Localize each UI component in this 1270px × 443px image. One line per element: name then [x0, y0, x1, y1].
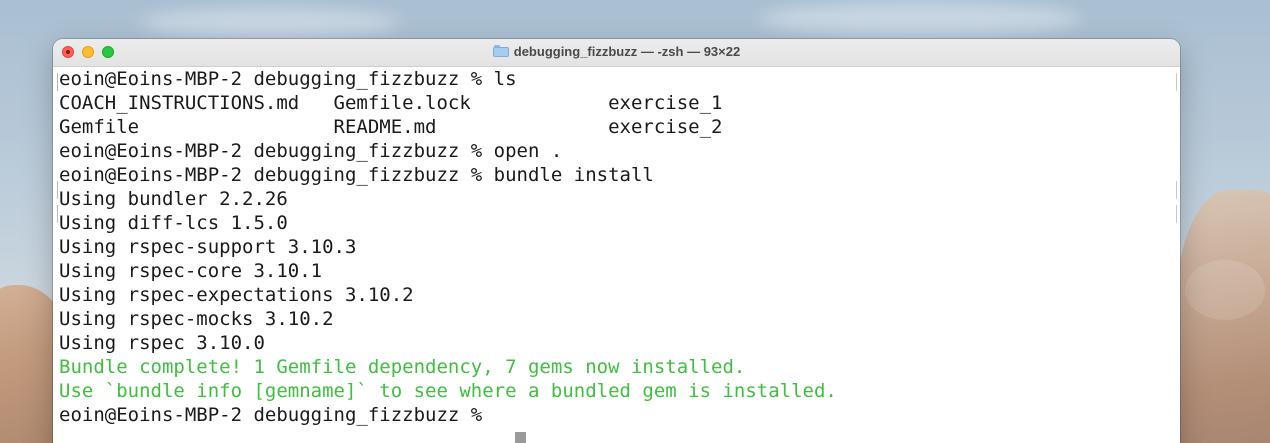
terminal-line-output: Using rspec-expectations 3.10.2	[59, 284, 414, 306]
window-title-text: debugging_fizzbuzz — -zsh — 93×22	[513, 44, 741, 59]
title-bar[interactable]: debugging_fizzbuzz — -zsh — 93×22	[53, 39, 1180, 67]
folder-icon	[492, 45, 509, 57]
terminal-line-success: Bundle complete! 1 Gemfile dependency, 7…	[59, 356, 746, 378]
rock-right	[1175, 190, 1270, 443]
terminal-line-output: Using rspec-mocks 3.10.2	[59, 308, 334, 330]
terminal-line-output: Gemfile README.md exercise_2	[59, 116, 723, 138]
terminal-line-output: Using bundler 2.2.26	[59, 188, 288, 210]
terminal-line-success: Use `bundle info [gemname]` to see where…	[59, 380, 837, 402]
terminal-line-output: COACH_INSTRUCTIONS.md Gemfile.lock exerc…	[59, 92, 723, 114]
terminal-line-output: Using diff-lcs 1.5.0	[59, 212, 288, 234]
prompt-marker	[57, 205, 58, 223]
terminal-window[interactable]: debugging_fizzbuzz — -zsh — 93×22 eoin@E…	[53, 39, 1180, 443]
cloud	[140, 8, 400, 38]
terminal-line-output: Using rspec-support 3.10.3	[59, 236, 357, 258]
prompt-marker	[57, 73, 58, 91]
prompt-marker-right	[1176, 205, 1177, 223]
cloud	[760, 2, 1080, 36]
prompt-marker-right	[1176, 73, 1177, 91]
terminal-line-output: Using rspec 3.10.0	[59, 332, 265, 354]
terminal-line-prompt-bundle: eoin@Eoins-MBP-2 debugging_fizzbuzz % bu…	[59, 164, 654, 186]
terminal-line-output: Using rspec-core 3.10.1	[59, 260, 323, 282]
prompt-marker-right	[1176, 181, 1177, 199]
terminal-line-prompt-current[interactable]: eoin@Eoins-MBP-2 debugging_fizzbuzz %	[59, 403, 494, 427]
terminal-content[interactable]: eoin@Eoins-MBP-2 debugging_fizzbuzz % ls…	[53, 67, 1180, 443]
terminal-line-prompt-open: eoin@Eoins-MBP-2 debugging_fizzbuzz % op…	[59, 140, 563, 162]
terminal-line-prompt-ls: eoin@Eoins-MBP-2 debugging_fizzbuzz % ls	[59, 68, 517, 90]
text-cursor	[515, 432, 526, 443]
window-title: debugging_fizzbuzz — -zsh — 93×22	[53, 44, 1180, 59]
prompt-marker	[57, 181, 58, 199]
